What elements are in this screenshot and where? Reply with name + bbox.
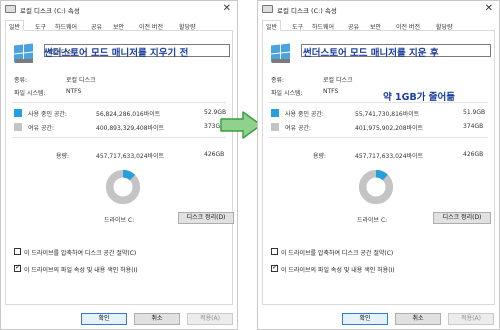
tab-previous-versions[interactable]: 이전 버전 — [139, 22, 163, 31]
divider — [12, 137, 226, 138]
window-title: 로컬 디스크 (C:) 속성 — [277, 7, 337, 15]
tab-sharing[interactable]: 공유 — [348, 22, 359, 31]
compress-checkbox[interactable] — [271, 248, 278, 255]
index-label: 이 드라이브의 파일 속성 및 내용 색인 허용(I) — [281, 267, 395, 274]
tab-tools[interactable]: 도구 — [35, 22, 46, 31]
used-space-size: 51.9GB — [463, 109, 486, 116]
index-checkbox[interactable] — [271, 263, 278, 272]
free-space-swatch — [271, 123, 279, 131]
divider — [269, 137, 488, 138]
divider — [12, 102, 226, 103]
used-space-bytes: 56,824,286,016바이트 — [96, 111, 161, 118]
capacity-label: 용량: — [56, 153, 70, 160]
usage-donut-chart — [358, 169, 394, 205]
free-space-arc — [105, 169, 141, 205]
disk-cleanup-button[interactable]: 디스크 정리(D) — [433, 212, 491, 224]
general-panel: 로컬 디스크 썬더스토어 모드 매니저를 지우기 전 종류: 로컬 디스크 파일… — [5, 31, 234, 305]
type-label: 종류: — [14, 77, 28, 84]
filesystem-label: 파일 시스템: — [271, 90, 303, 97]
title-bar: 로컬 디스크 (C:) 속성 ✕ — [1, 1, 237, 18]
free-space-bytes: 400,893,329,408바이트 — [96, 125, 165, 132]
drive-label: 드라이브 C: — [357, 217, 388, 224]
drive-small-icon — [262, 5, 273, 13]
drive-label: 드라이브 C: — [104, 217, 135, 224]
type-label: 종류: — [271, 77, 285, 84]
free-space-bytes: 401,975,902,208바이트 — [355, 125, 424, 132]
drive-small-icon — [5, 5, 16, 13]
properties-dialog-after: 로컬 디스크 (C:) 속성 ✕ 일반 도구 하드웨어 공유 보안 이전 버전 … — [257, 0, 500, 330]
windows-drive-icon — [14, 43, 34, 63]
annotation-reduced: 약 1GB가 줄어듦 — [383, 92, 455, 103]
compress-label: 이 드라이브를 압축하여 디스크 공간 절약(C) — [24, 250, 137, 257]
compress-label: 이 드라이브를 압축하여 디스크 공간 절약(C) — [281, 250, 394, 257]
divider — [269, 102, 488, 103]
used-space-swatch — [14, 109, 22, 117]
ok-button[interactable]: 확인 — [81, 313, 127, 325]
annotation-before: 썬더스토어 모드 매니저를 지우기 전 — [44, 48, 189, 59]
tab-security[interactable]: 보안 — [113, 22, 124, 31]
index-checkbox[interactable] — [14, 263, 21, 272]
free-space-swatch — [14, 123, 22, 131]
used-space-label: 사용 중인 공간: — [285, 111, 324, 118]
tab-quota[interactable]: 할당량 — [436, 22, 453, 31]
capacity-size: 426GB — [204, 151, 225, 158]
window-title: 로컬 디스크 (C:) 속성 — [20, 7, 80, 15]
cancel-button[interactable]: 취소 — [134, 313, 180, 325]
windows-drive-icon — [271, 43, 291, 63]
tab-tools[interactable]: 도구 — [292, 22, 303, 31]
cancel-button[interactable]: 취소 — [395, 313, 441, 325]
free-space-size: 374GB — [463, 123, 484, 130]
capacity-bytes: 457,717,633,024바이트 — [355, 153, 424, 160]
tab-sharing[interactable]: 공유 — [91, 22, 102, 31]
filesystem-label: 파일 시스템: — [14, 90, 46, 97]
index-label: 이 드라이브의 파일 속성 및 내용 색인 허용(I) — [24, 267, 138, 274]
properties-dialog-before: 로컬 디스크 (C:) 속성 ✕ 일반 도구 하드웨어 공유 보안 이전 버전 … — [0, 0, 238, 330]
general-panel: 썬더스토어 모드 매니저를 지운 후 종류: 로컬 디스크 파일 시스템: NT… — [262, 31, 495, 305]
tab-general[interactable]: 일반 — [262, 20, 282, 31]
tab-quota[interactable]: 할당량 — [179, 22, 196, 31]
compress-checkbox[interactable] — [14, 248, 21, 255]
capacity-label: 용량: — [313, 153, 327, 160]
disk-cleanup-button[interactable]: 디스크 정리(D) — [178, 212, 234, 224]
close-icon[interactable]: ✕ — [223, 3, 231, 14]
free-space-label: 여유 공간: — [285, 125, 312, 132]
close-icon[interactable]: ✕ — [485, 3, 493, 14]
capacity-size: 426GB — [463, 151, 484, 158]
title-bar: 로컬 디스크 (C:) 속성 ✕ — [258, 1, 499, 18]
free-space-label: 여유 공간: — [28, 125, 55, 132]
tab-strip: 일반 도구 하드웨어 공유 보안 이전 버전 할당량 — [5, 20, 233, 31]
ok-button[interactable]: 확인 — [342, 313, 388, 325]
filesystem-value: NTFS — [66, 88, 82, 95]
tab-hardware[interactable]: 하드웨어 — [312, 22, 334, 31]
free-space-arc — [358, 169, 394, 205]
usage-donut-chart — [105, 169, 141, 205]
apply-button[interactable]: 적용(A) — [187, 313, 233, 325]
tab-general[interactable]: 일반 — [5, 20, 25, 31]
tab-strip: 일반 도구 하드웨어 공유 보안 이전 버전 할당량 — [262, 20, 495, 31]
type-value: 로컬 디스크 — [323, 77, 353, 84]
tab-hardware[interactable]: 하드웨어 — [55, 22, 77, 31]
tab-previous-versions[interactable]: 이전 버전 — [396, 22, 420, 31]
used-space-bytes: 55,741,730,816바이트 — [355, 111, 420, 118]
annotation-after: 썬더스토어 모드 매니저를 지운 후 — [303, 48, 439, 59]
capacity-bytes: 457,717,633,024바이트 — [96, 153, 165, 160]
apply-button[interactable]: 적용(A) — [448, 313, 494, 325]
filesystem-value: NTFS — [323, 88, 339, 95]
type-value: 로컬 디스크 — [66, 77, 96, 84]
used-space-swatch — [271, 109, 279, 117]
tab-security[interactable]: 보안 — [370, 22, 381, 31]
used-space-label: 사용 중인 공간: — [28, 111, 67, 118]
